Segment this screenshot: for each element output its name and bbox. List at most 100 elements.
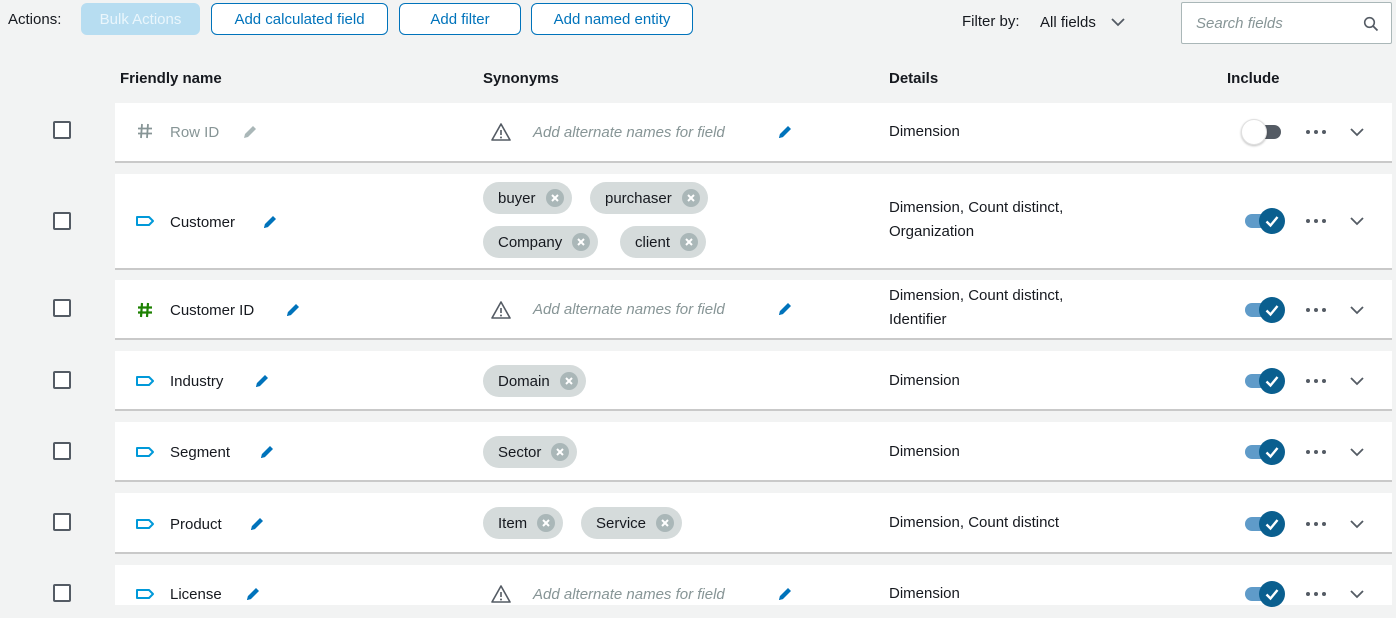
edit-synonyms-pencil-icon[interactable] xyxy=(776,123,794,141)
remove-icon[interactable] xyxy=(559,372,578,390)
pencil-icon[interactable] xyxy=(241,123,259,141)
synonym-chip: Item xyxy=(483,507,564,539)
edit-synonyms-pencil-icon[interactable] xyxy=(776,300,794,318)
synonym-chip: buyer xyxy=(483,182,572,214)
field-details: Dimension, Count distinct, Organization xyxy=(889,199,1064,240)
field-details: Dimension, Count distinct, Identifier xyxy=(889,287,1064,328)
bulk-actions-button[interactable]: Bulk Actions xyxy=(81,3,200,35)
include-toggle[interactable] xyxy=(1241,439,1285,465)
remove-icon[interactable] xyxy=(551,443,570,461)
more-options-icon[interactable] xyxy=(1305,521,1327,527)
check-icon xyxy=(1259,439,1285,465)
more-options-icon[interactable] xyxy=(1305,591,1327,597)
field-details: Dimension, Count distinct xyxy=(889,514,1060,531)
synonyms-placeholder: Add alternate names for field xyxy=(533,301,725,318)
row-checkbox[interactable] xyxy=(53,299,71,317)
check-icon xyxy=(1259,581,1285,607)
field-name: Product xyxy=(170,516,222,533)
warning-icon xyxy=(490,584,512,604)
table-row: Row ID Add alternate names for field Dim… xyxy=(115,103,1392,163)
row-checkbox[interactable] xyxy=(53,513,71,531)
search-icon[interactable] xyxy=(1363,16,1379,32)
hash-icon xyxy=(135,300,155,320)
actions-label: Actions: xyxy=(8,11,62,28)
more-options-icon[interactable] xyxy=(1305,449,1327,455)
synonyms-placeholder: Add alternate names for field xyxy=(533,586,725,603)
chevron-down-icon[interactable] xyxy=(1349,305,1365,315)
chevron-down-icon[interactable] xyxy=(1349,376,1365,386)
row-checkbox[interactable] xyxy=(53,442,71,460)
hash-icon xyxy=(135,121,155,141)
remove-icon[interactable] xyxy=(656,514,675,532)
more-options-icon[interactable] xyxy=(1305,129,1327,135)
column-header-friendly-name: Friendly name xyxy=(120,70,222,87)
table-row: Customer ID Add alternate names for fiel… xyxy=(115,280,1392,340)
pencil-icon[interactable] xyxy=(261,213,279,231)
chevron-down-icon[interactable] xyxy=(1349,216,1365,226)
field-name: Customer xyxy=(170,214,236,231)
table-row: Customer buyer purchaser Company client … xyxy=(115,174,1392,270)
add-calculated-field-button[interactable]: Add calculated field xyxy=(211,3,388,35)
tag-icon xyxy=(135,211,155,231)
tag-icon xyxy=(135,442,155,462)
tag-icon xyxy=(135,371,155,391)
check-icon xyxy=(1259,511,1285,537)
table-row: License Add alternate names for field Di… xyxy=(115,565,1392,607)
remove-icon[interactable] xyxy=(537,514,556,532)
include-toggle[interactable] xyxy=(1241,368,1285,394)
field-details: Dimension xyxy=(889,443,960,460)
synonyms-placeholder: Add alternate names for field xyxy=(533,124,725,141)
row-checkbox[interactable] xyxy=(53,371,71,389)
pencil-icon[interactable] xyxy=(258,443,276,461)
search-box xyxy=(1181,2,1392,44)
synonym-chip: Service xyxy=(581,507,683,539)
pencil-icon[interactable] xyxy=(284,301,302,319)
synonym-chip: purchaser xyxy=(590,182,708,214)
pencil-icon[interactable] xyxy=(244,585,262,603)
include-toggle[interactable] xyxy=(1241,511,1285,537)
check-icon xyxy=(1259,297,1285,323)
table-row: Industry Domain Dimension xyxy=(115,351,1392,411)
check-icon xyxy=(1259,368,1285,394)
more-options-icon[interactable] xyxy=(1305,307,1327,313)
field-name: Customer ID xyxy=(170,302,255,319)
remove-icon[interactable] xyxy=(572,233,591,251)
edit-synonyms-pencil-icon[interactable] xyxy=(776,585,794,603)
row-checkbox[interactable] xyxy=(53,212,71,230)
tag-icon xyxy=(135,514,155,534)
chevron-down-icon[interactable] xyxy=(1349,127,1365,137)
tag-icon xyxy=(135,584,155,604)
column-header-include: Include xyxy=(1227,70,1280,87)
include-toggle[interactable] xyxy=(1241,119,1285,145)
remove-icon[interactable] xyxy=(545,189,564,207)
warning-icon xyxy=(490,300,512,320)
add-filter-button[interactable]: Add filter xyxy=(399,3,521,35)
field-name: Industry xyxy=(170,373,224,390)
include-toggle[interactable] xyxy=(1241,297,1285,323)
synonym-chip: client xyxy=(620,226,707,258)
filter-by-select[interactable]: All fields xyxy=(1040,8,1126,36)
pencil-icon[interactable] xyxy=(248,515,266,533)
remove-icon[interactable] xyxy=(681,189,700,207)
chevron-down-icon[interactable] xyxy=(1349,519,1365,529)
table-row: Segment Sector Dimension xyxy=(115,422,1392,482)
chevron-down-icon[interactable] xyxy=(1349,589,1365,599)
pencil-icon[interactable] xyxy=(253,372,271,390)
synonym-chip: Domain xyxy=(483,365,586,397)
row-checkbox[interactable] xyxy=(53,121,71,139)
filter-by-value: All fields xyxy=(1040,13,1096,31)
row-checkbox[interactable] xyxy=(53,584,71,602)
search-input[interactable] xyxy=(1182,3,1352,43)
toolbar: Actions: Bulk Actions Add calculated fie… xyxy=(0,0,1396,44)
field-name: Row ID xyxy=(170,124,220,141)
more-options-icon[interactable] xyxy=(1305,378,1327,384)
more-options-icon[interactable] xyxy=(1305,218,1327,224)
chevron-down-icon[interactable] xyxy=(1349,447,1365,457)
add-named-entity-button[interactable]: Add named entity xyxy=(531,3,693,35)
remove-icon[interactable] xyxy=(680,233,699,251)
include-toggle[interactable] xyxy=(1241,208,1285,234)
field-name: Segment xyxy=(170,444,231,461)
field-details: Dimension xyxy=(889,585,960,602)
warning-icon xyxy=(490,122,512,142)
include-toggle[interactable] xyxy=(1241,581,1285,607)
